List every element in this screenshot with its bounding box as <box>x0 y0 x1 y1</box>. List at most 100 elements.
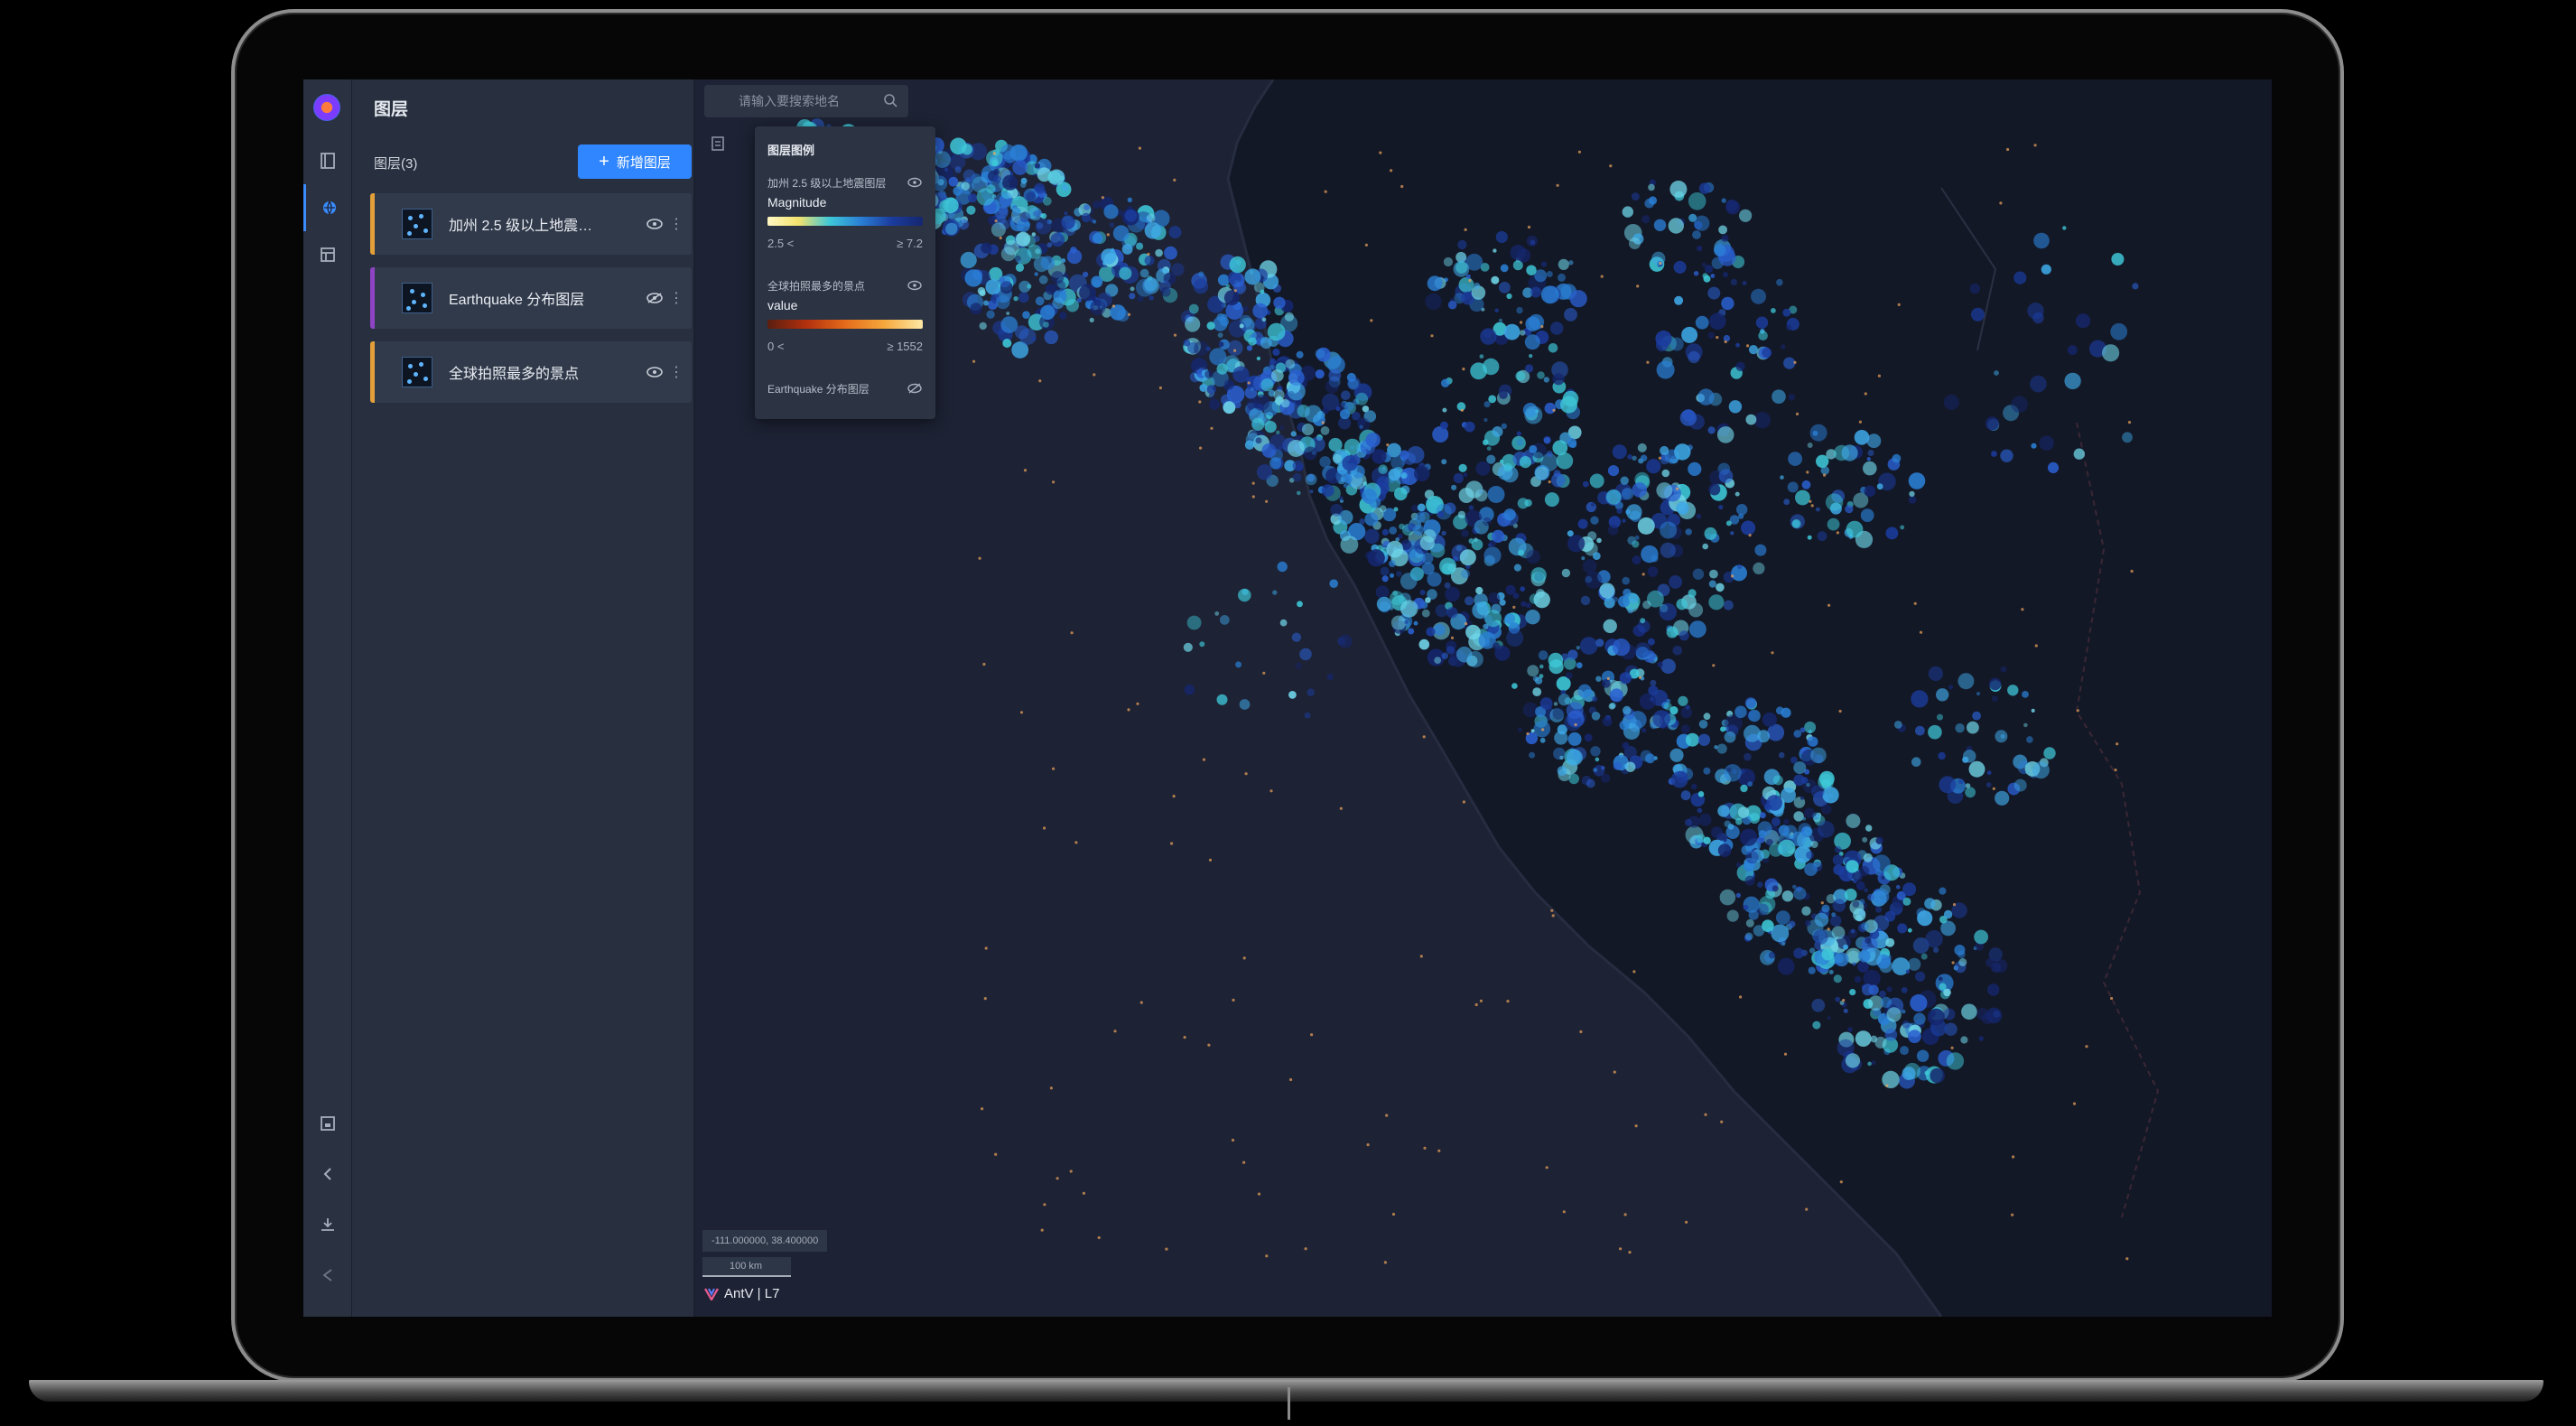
earthquake-point <box>1780 475 1784 480</box>
earthquake-point <box>1533 591 1550 609</box>
earthquake-point <box>2073 448 2085 460</box>
layer-card[interactable]: Earthquake 分布图层 ⋮ <box>370 267 692 329</box>
save-icon[interactable] <box>303 1100 352 1147</box>
photo-spot-point <box>1113 1030 1117 1033</box>
earthquake-point <box>1723 600 1734 610</box>
layer-card[interactable]: 加州 2.5 级以上地震… ⋮ <box>370 193 692 255</box>
earthquake-point <box>1738 513 1744 519</box>
download-icon[interactable] <box>303 1201 352 1248</box>
photo-spot-point <box>1795 412 1799 415</box>
share-icon[interactable] <box>303 1252 352 1299</box>
earthquake-point <box>1303 446 1317 461</box>
earthquake-point <box>1672 646 1683 656</box>
earthquake-point <box>992 174 1001 183</box>
earthquake-point <box>1285 359 1296 369</box>
photo-spot-point <box>1379 151 1382 154</box>
earthquake-point <box>1602 679 1611 688</box>
collapse-icon[interactable] <box>303 1151 352 1198</box>
eye-icon[interactable] <box>907 177 923 188</box>
earthquake-point <box>1684 818 1692 826</box>
photo-spot-point <box>1364 243 1368 247</box>
earthquake-point <box>1612 444 1627 460</box>
earthquake-point <box>1648 183 1655 191</box>
photo-spot-point <box>1999 201 2003 205</box>
photo-spot-point <box>1158 386 1162 390</box>
legend-field: value <box>767 298 798 312</box>
eye-icon[interactable] <box>646 366 664 378</box>
earthquake-point <box>1112 225 1130 242</box>
photo-spot-point <box>1474 1002 1478 1007</box>
photo-spot-point <box>1783 1052 1788 1056</box>
earthquake-point <box>1777 957 1795 975</box>
earthquake-point <box>1065 299 1079 312</box>
more-icon[interactable]: ⋮ <box>669 289 684 307</box>
earthquake-point <box>1040 256 1055 270</box>
photo-spot-point <box>1526 732 1530 736</box>
earthquake-point <box>1744 875 1755 886</box>
globe-icon[interactable] <box>303 184 352 231</box>
earthquake-point <box>1864 485 1876 498</box>
add-layer-button[interactable]: + 新增图层 <box>578 144 692 179</box>
earthquake-point <box>1340 536 1359 554</box>
earthquake-point <box>1342 455 1358 471</box>
earthquake-point <box>1655 331 1672 348</box>
logo-icon <box>313 94 340 121</box>
photo-spot-point <box>1043 826 1046 830</box>
earthquake-point <box>945 222 958 236</box>
earthquake-point <box>1566 672 1573 679</box>
photo-spot-point <box>2034 644 2038 648</box>
earthquake-point <box>1082 271 1089 278</box>
earthquake-point <box>1284 312 1294 322</box>
map-canvas[interactable]: 请输入要搜索地名 图层图例 加州 2.5 级以上地震图层 Magnitude 2… <box>695 79 2272 1317</box>
eye-icon[interactable] <box>907 383 923 394</box>
search-input[interactable]: 请输入要搜索地名 <box>704 85 908 117</box>
earthquake-point <box>1321 484 1334 498</box>
earthquake-point <box>2047 461 2060 473</box>
earthquake-point <box>1264 421 1277 433</box>
photo-spot-point <box>1512 605 1516 610</box>
earthquake-point <box>1827 1016 1831 1021</box>
earthquake-point <box>1835 996 1841 1002</box>
legend-max: ≥ 1552 <box>887 340 923 353</box>
earthquake-point <box>1506 293 1512 300</box>
photo-spot-point <box>1207 1043 1211 1047</box>
photo-spot-point <box>2085 1045 2088 1049</box>
layer-card[interactable]: 全球拍照最多的景点 ⋮ <box>370 341 692 403</box>
eye-icon[interactable] <box>646 218 664 230</box>
earthquake-point <box>1025 221 1030 228</box>
earthquake-point <box>1465 274 1471 279</box>
more-icon[interactable]: ⋮ <box>669 215 684 233</box>
photo-spot-point <box>1641 573 1645 576</box>
eye-icon[interactable] <box>646 292 664 304</box>
earthquake-point <box>996 294 1010 310</box>
earthquake-point <box>1793 947 1805 959</box>
earthquake-point <box>1676 501 1689 515</box>
earthquake-point <box>1018 259 1022 264</box>
layer-name: Earthquake 分布图层 <box>449 293 585 308</box>
layers-list-icon[interactable] <box>303 137 352 184</box>
earthquake-point <box>1544 492 1559 508</box>
earthquake-point <box>1716 426 1734 443</box>
earthquake-point <box>1031 336 1037 341</box>
earthquake-point <box>2031 443 2037 449</box>
earthquake-point <box>1772 885 1779 892</box>
earthquake-point <box>1651 555 1659 563</box>
earthquake-point <box>1493 642 1500 650</box>
earthquake-point <box>1512 592 1520 599</box>
more-icon[interactable]: ⋮ <box>669 363 684 381</box>
legend-toggle-icon[interactable] <box>704 130 731 157</box>
earthquake-point <box>979 289 986 297</box>
search-icon[interactable] <box>883 93 897 107</box>
earthquake-point <box>1012 159 1028 175</box>
earthquake-point <box>1656 482 1673 499</box>
photo-spot-point <box>1231 1138 1235 1142</box>
earthquake-point <box>1758 331 1768 341</box>
eye-icon[interactable] <box>907 280 923 291</box>
photo-spot-point <box>1172 795 1176 798</box>
earthquake-point <box>1296 350 1304 359</box>
earthquake-point <box>1443 256 1453 267</box>
layout-icon[interactable] <box>303 231 352 278</box>
earthquake-point <box>1772 389 1786 405</box>
photo-spot-point <box>1809 499 1812 503</box>
earthquake-point <box>1425 293 1442 310</box>
